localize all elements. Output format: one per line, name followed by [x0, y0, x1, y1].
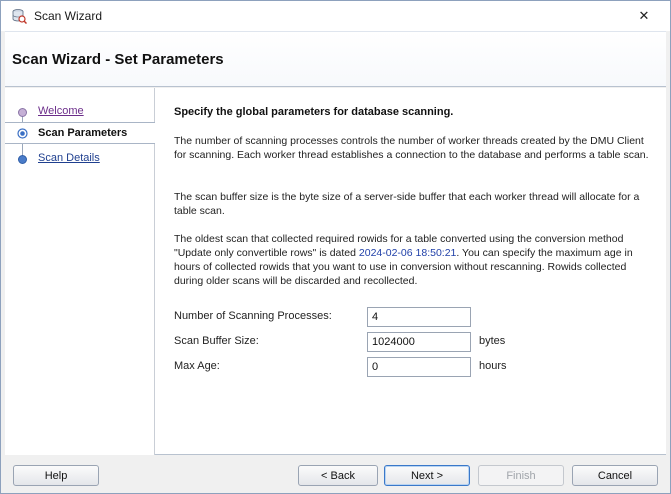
oldest-scan-date: 2024-02-06 18:50:21	[358, 247, 457, 259]
scan-wizard-icon	[11, 8, 28, 25]
buffer-row: Scan Buffer Size: bytes	[174, 332, 664, 352]
window-title: Scan Wizard	[34, 9, 103, 23]
section-heading: Specify the global parameters for databa…	[174, 106, 454, 118]
processes-label: Number of Scanning Processes:	[174, 310, 332, 322]
nav-label-scan-details[interactable]: Scan Details	[38, 152, 100, 164]
title-bar: Scan Wizard ✕	[1, 1, 670, 31]
next-button[interactable]: Next >	[384, 465, 470, 486]
close-button[interactable]: ✕	[624, 3, 664, 29]
max-age-description: The oldest scan that collected required …	[174, 232, 658, 288]
buffer-label: Scan Buffer Size:	[174, 335, 259, 347]
processes-row: Number of Scanning Processes:	[174, 307, 664, 327]
step-dot-icon	[17, 128, 28, 139]
nav-item-scan-details[interactable]: Scan Details	[5, 148, 155, 170]
nav-item-welcome[interactable]: Welcome	[5, 101, 155, 123]
step-dot-icon	[17, 154, 28, 165]
buffer-size-input[interactable]	[367, 332, 471, 352]
buffer-unit: bytes	[479, 335, 506, 347]
max-age-label: Max Age:	[174, 360, 220, 372]
nav-item-scan-parameters[interactable]: Scan Parameters	[5, 122, 155, 144]
step-dot-icon	[17, 107, 28, 118]
back-button[interactable]: < Back	[298, 465, 378, 486]
help-button[interactable]: Help	[13, 465, 99, 486]
nav-label-scan-parameters: Scan Parameters	[38, 127, 128, 139]
scan-wizard-window: Scan Wizard ✕ Scan Wizard - Set Paramete…	[0, 0, 671, 494]
nav-label-welcome[interactable]: Welcome	[38, 105, 84, 117]
step-navigator: Welcome Scan Parameters Scan Details	[5, 88, 155, 455]
cancel-button[interactable]: Cancel	[572, 465, 658, 486]
page-title: Scan Wizard - Set Parameters	[12, 51, 224, 68]
buffer-description: The scan buffer size is the byte size of…	[174, 191, 640, 217]
wizard-header: Scan Wizard - Set Parameters	[5, 31, 666, 87]
processes-input[interactable]	[367, 307, 471, 327]
close-icon: ✕	[638, 8, 650, 23]
finish-button[interactable]: Finish	[478, 465, 564, 486]
max-age-input[interactable]	[367, 357, 471, 377]
wizard-body: Welcome Scan Parameters Scan Details Spe…	[5, 88, 666, 455]
max-age-row: Max Age: hours	[174, 357, 664, 377]
max-age-unit: hours	[479, 360, 507, 372]
processes-description: The number of scanning processes control…	[174, 135, 649, 161]
